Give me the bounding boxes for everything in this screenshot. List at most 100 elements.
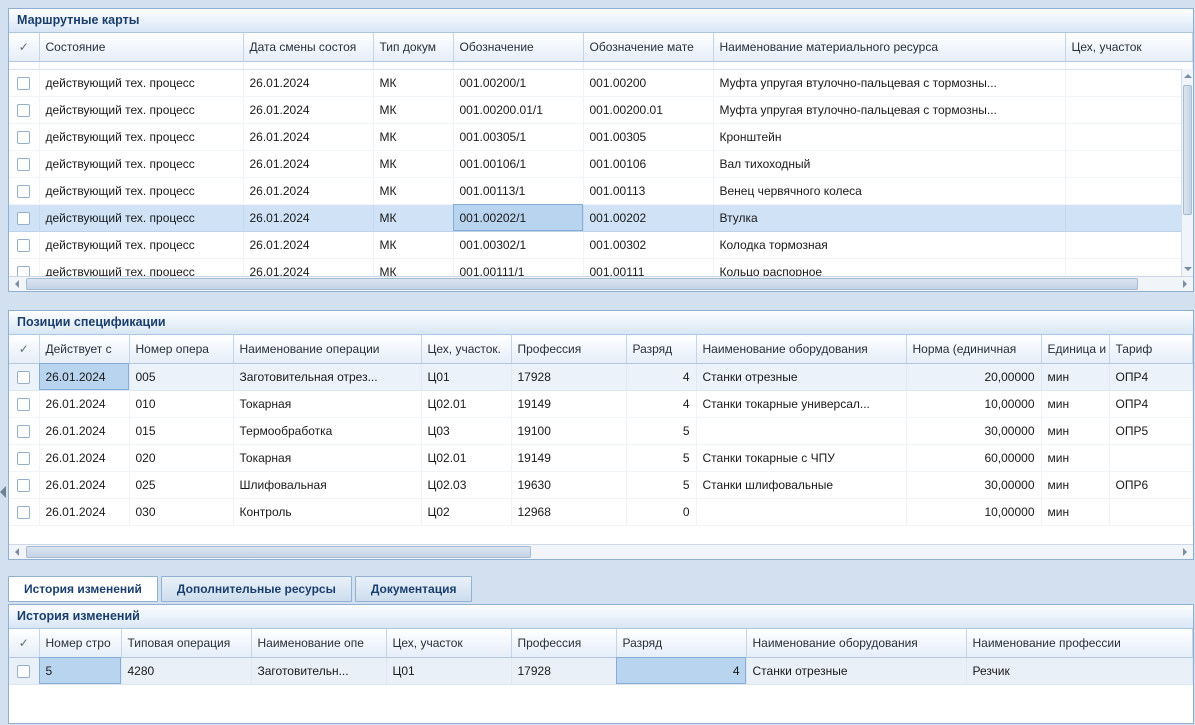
cell-equipment[interactable]: Станки токарные универсал... xyxy=(696,390,906,417)
table-row[interactable]: действующий тех. процесс26.01.2024МК001.… xyxy=(9,123,1193,150)
cell-shop[interactable] xyxy=(1065,150,1193,177)
cell-valid_from[interactable]: 26.01.2024 xyxy=(39,498,129,525)
cell-op_name[interactable]: Заготовительная отрез... xyxy=(233,363,421,390)
cell-equipment[interactable] xyxy=(696,498,906,525)
row-checkbox[interactable] xyxy=(17,371,30,384)
cell-state[interactable]: действующий тех. процесс xyxy=(39,258,243,278)
column-header-valid-from[interactable]: Действует с xyxy=(39,335,129,363)
cell-op_name[interactable]: Контроль xyxy=(233,498,421,525)
cell-op_num[interactable]: 025 xyxy=(129,471,233,498)
scroll-right-arrow[interactable] xyxy=(1177,277,1193,291)
row-checkbox[interactable] xyxy=(17,212,30,225)
row-checkbox[interactable] xyxy=(17,665,30,678)
table-row[interactable]: 26.01.2024020ТокарнаяЦ02.01191495Станки … xyxy=(9,444,1193,471)
cell-date[interactable]: 26.01.2024 xyxy=(243,231,373,258)
row-checkbox[interactable] xyxy=(17,77,30,90)
row-checkbox[interactable] xyxy=(17,452,30,465)
cell-date[interactable]: 26.01.2024 xyxy=(243,204,373,231)
cell-equipment[interactable]: Станки токарные с ЧПУ xyxy=(696,444,906,471)
cell-valid_from[interactable]: 26.01.2024 xyxy=(39,363,129,390)
scroll-left-arrow[interactable] xyxy=(9,545,25,559)
cell-op_name[interactable]: Токарная xyxy=(233,444,421,471)
cell-op_num[interactable]: 005 xyxy=(129,363,233,390)
cell-grade[interactable]: 5 xyxy=(626,444,696,471)
tab-documentation[interactable]: Документация xyxy=(355,576,473,602)
cell-unit[interactable]: мин xyxy=(1041,471,1109,498)
column-header-shop[interactable]: Цех, участок. xyxy=(421,335,511,363)
cell-typical_op[interactable]: 4280 xyxy=(121,657,251,684)
cell-material_designation[interactable]: 001.00202 xyxy=(583,204,713,231)
cell-tariff[interactable]: ОПР5 xyxy=(1109,417,1193,444)
cell-profession[interactable]: 19100 xyxy=(511,417,626,444)
cell-grade[interactable]: 5 xyxy=(626,417,696,444)
cell-name[interactable]: Вал тихоходный xyxy=(713,150,1065,177)
cell-valid_from[interactable]: 26.01.2024 xyxy=(39,444,129,471)
cell-name[interactable]: Кольцо распорное xyxy=(713,258,1065,278)
cell-designation[interactable]: 001.00200/1 xyxy=(453,69,583,96)
cell-profession[interactable]: 19149 xyxy=(511,444,626,471)
cell-norm[interactable]: 20,00000 xyxy=(906,363,1041,390)
cell-unit[interactable]: мин xyxy=(1041,444,1109,471)
cell-date[interactable]: 26.01.2024 xyxy=(243,96,373,123)
column-header-equipment[interactable]: Наименование оборудования xyxy=(696,335,906,363)
cell-doc_type[interactable]: МК xyxy=(373,258,453,278)
cell-tariff[interactable] xyxy=(1109,444,1193,471)
cell-state[interactable]: действующий тех. процесс xyxy=(39,177,243,204)
row-checkbox[interactable] xyxy=(17,158,30,171)
tab-additional-resources[interactable]: Дополнительные ресурсы xyxy=(161,576,352,602)
cell-doc_type[interactable]: МК xyxy=(373,123,453,150)
cell-op_name[interactable]: Шлифовальная xyxy=(233,471,421,498)
cell-profession[interactable]: 17928 xyxy=(511,363,626,390)
cell-equipment[interactable]: Станки отрезные xyxy=(696,363,906,390)
splitter-collapse-arrow[interactable] xyxy=(0,486,6,498)
cell-tariff[interactable] xyxy=(1109,498,1193,525)
cell-state[interactable]: действующий тех. процесс xyxy=(39,150,243,177)
cell-doc_type[interactable]: МК xyxy=(373,96,453,123)
cell-profession[interactable]: 19630 xyxy=(511,471,626,498)
cell-shop[interactable] xyxy=(1065,204,1193,231)
table-row[interactable]: действующий тех. процесс26.01.2024МК001.… xyxy=(9,150,1193,177)
column-header-profession[interactable]: Профессия xyxy=(511,335,626,363)
row-checkbox[interactable] xyxy=(17,479,30,492)
cell-norm[interactable]: 10,00000 xyxy=(906,498,1041,525)
cell-op_num[interactable]: 030 xyxy=(129,498,233,525)
column-header-row-num[interactable]: Номер стро xyxy=(39,629,121,657)
table-row[interactable]: действующий тех. процесс26.01.2024МК001.… xyxy=(9,96,1193,123)
cell-designation[interactable]: 001.00106/1 xyxy=(453,150,583,177)
column-header-state[interactable]: Состояние xyxy=(39,33,243,61)
cell-norm[interactable]: 10,00000 xyxy=(906,390,1041,417)
row-checkbox[interactable] xyxy=(17,398,30,411)
cell-tariff[interactable]: ОПР4 xyxy=(1109,363,1193,390)
cell-unit[interactable]: мин xyxy=(1041,498,1109,525)
scroll-up-arrow[interactable] xyxy=(1182,69,1193,83)
cell-tariff[interactable]: ОПР4 xyxy=(1109,390,1193,417)
column-header-unit[interactable]: Единица и xyxy=(1041,335,1109,363)
cell-date[interactable]: 26.01.2024 xyxy=(243,150,373,177)
scroll-down-arrow[interactable] xyxy=(1182,262,1193,276)
cell-designation[interactable]: 001.00200.01/1 xyxy=(453,96,583,123)
table-row[interactable]: действующий тех. процесс26.01.2024МК001.… xyxy=(9,69,1193,96)
cell-shop[interactable] xyxy=(1065,123,1193,150)
cell-designation[interactable]: 001.00202/1 xyxy=(453,204,583,231)
cell-shop[interactable] xyxy=(1065,69,1193,96)
row-checkbox[interactable] xyxy=(17,506,30,519)
row-checkbox[interactable] xyxy=(17,239,30,252)
cell-grade[interactable]: 5 xyxy=(626,471,696,498)
cell-material_designation[interactable]: 001.00111 xyxy=(583,258,713,278)
cell-material_designation[interactable]: 001.00305 xyxy=(583,123,713,150)
select-all-header[interactable]: ✓ xyxy=(9,33,39,61)
cell-equipment[interactable]: Станки шлифовальные xyxy=(696,471,906,498)
column-header-doc-type[interactable]: Тип докум xyxy=(373,33,453,61)
cell-profession[interactable]: 17928 xyxy=(511,657,616,684)
column-header-profession-name[interactable]: Наименование профессии xyxy=(966,629,1193,657)
tab-history[interactable]: История изменений xyxy=(8,576,158,602)
column-header-grade[interactable]: Разряд xyxy=(616,629,746,657)
column-header-op-name[interactable]: Наименование опе xyxy=(251,629,386,657)
column-header-shop[interactable]: Цех, участок xyxy=(386,629,511,657)
column-header-op-num[interactable]: Номер опера xyxy=(129,335,233,363)
cell-date[interactable]: 26.01.2024 xyxy=(243,123,373,150)
table-row[interactable]: 54280Заготовительн...Ц01179284Станки отр… xyxy=(9,657,1193,684)
cell-doc_type[interactable]: МК xyxy=(373,69,453,96)
cell-designation[interactable]: 001.00302/1 xyxy=(453,231,583,258)
cell-grade[interactable]: 4 xyxy=(626,390,696,417)
